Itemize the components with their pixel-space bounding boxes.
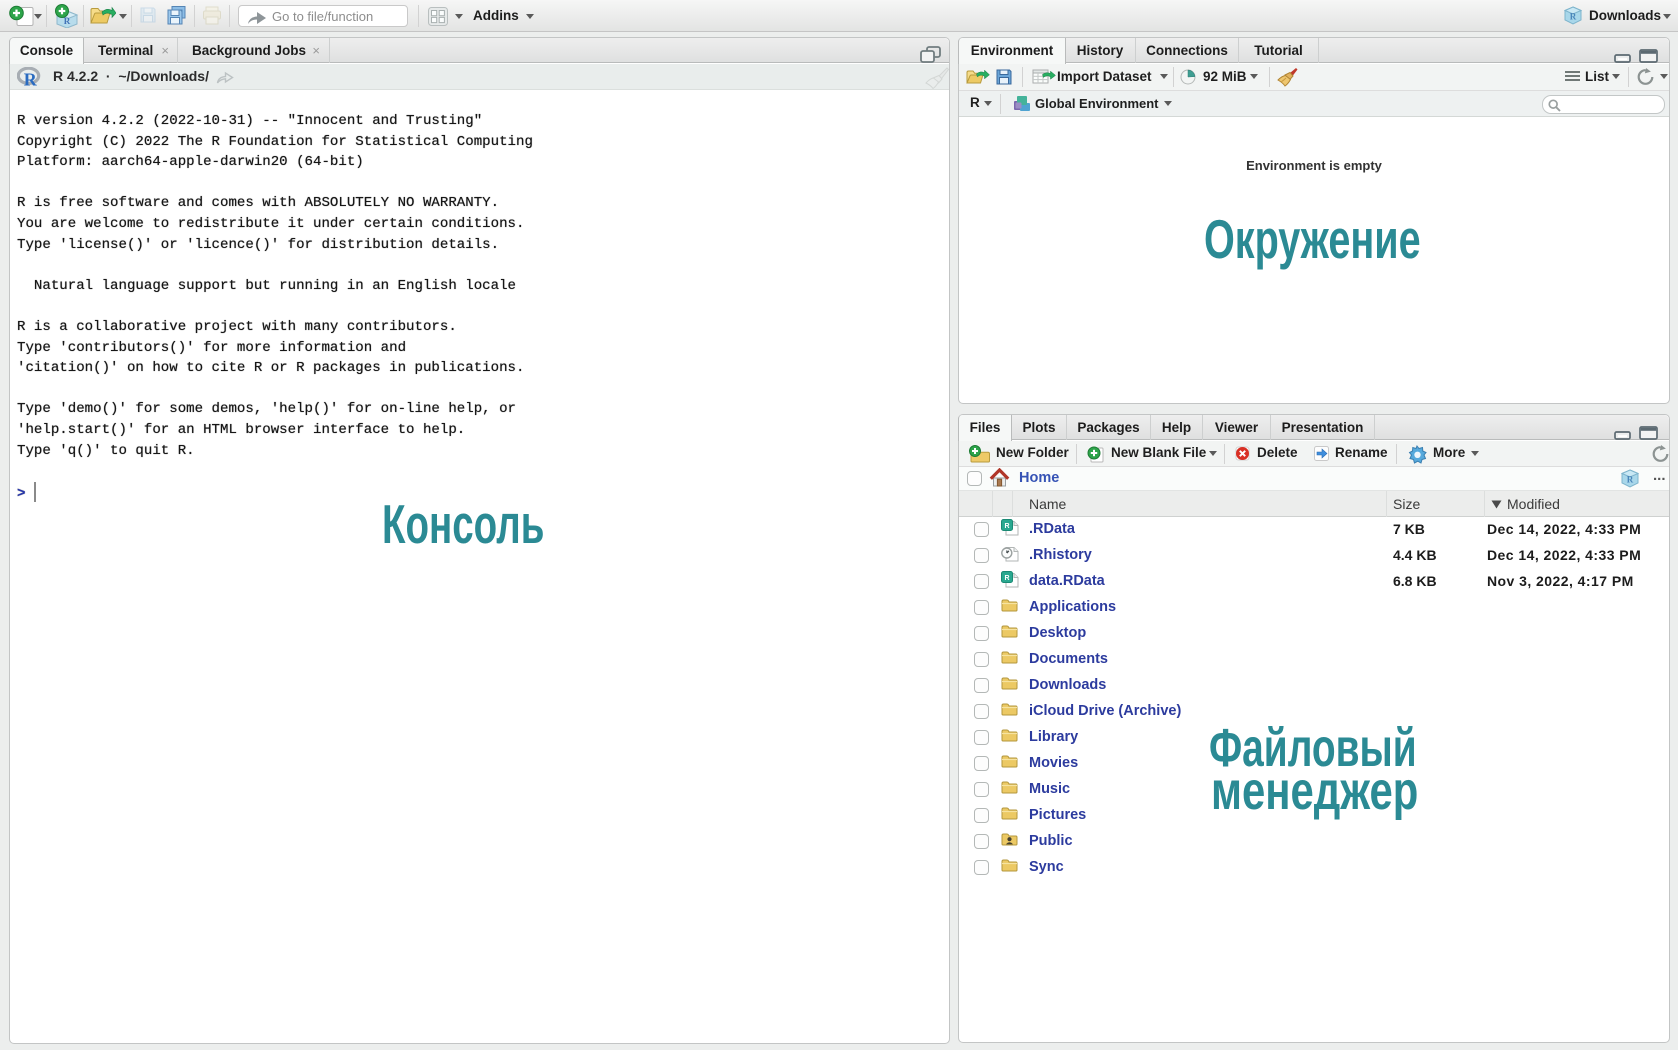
svg-text:R: R <box>24 70 38 88</box>
svg-text:R: R <box>1627 475 1634 485</box>
svg-text:R: R <box>1570 12 1577 22</box>
svg-text:R: R <box>64 16 71 26</box>
